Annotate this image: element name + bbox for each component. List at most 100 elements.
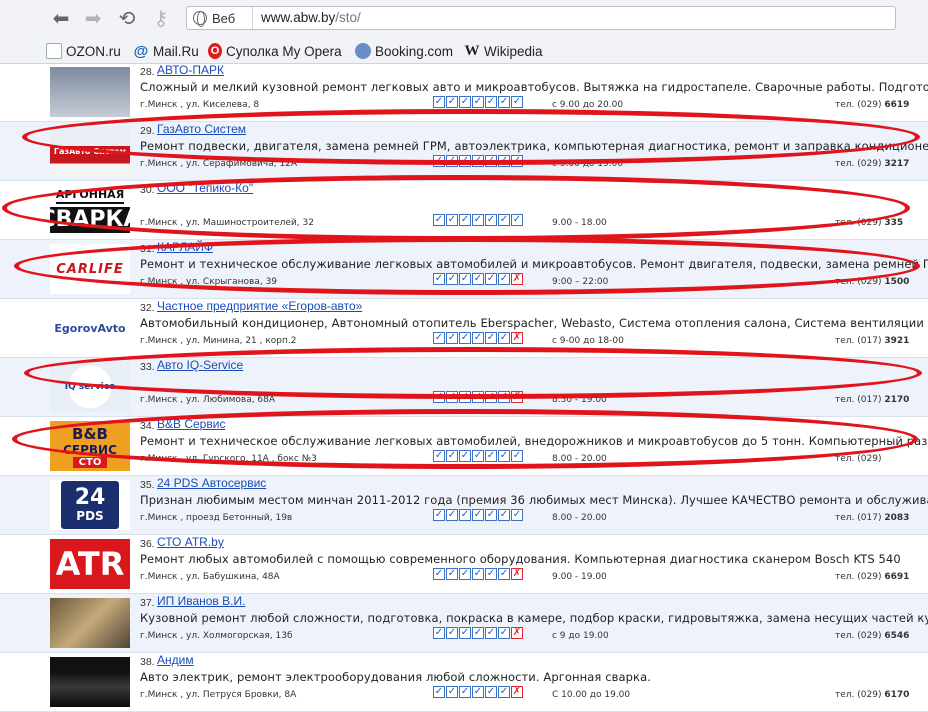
service-features: ✓ ✓ ✓ ✓ ✓ ✓ ✓ xyxy=(433,509,523,521)
entry-title-link[interactable]: ИП Иванов В.И. xyxy=(157,594,245,608)
service-logo[interactable] xyxy=(50,657,130,707)
checkmark-icon: ✓ xyxy=(511,96,523,108)
service-logo[interactable]: 24 PDS xyxy=(50,480,130,530)
url-text[interactable]: www.abw.by/sto/ xyxy=(261,10,361,25)
entry-description: Ремонт и техническое обслуживание легков… xyxy=(140,257,928,271)
checkmark-icon: ✓ xyxy=(446,568,458,580)
service-features: ✓ ✓ ✓ ✓ ✓ ✓ ✓ xyxy=(433,155,523,167)
entry-hours: 9.00 - 18.00 xyxy=(552,218,607,228)
checkmark-icon: ✓ xyxy=(472,568,484,580)
checkmark-icon: ✓ xyxy=(498,627,510,639)
service-features: ✓ ✓ ✓ ✓ ✓ ✓ ✓ xyxy=(433,214,523,226)
service-logo[interactable]: B&B СЕРВИС СТО xyxy=(50,421,130,471)
service-logo[interactable] xyxy=(50,598,130,648)
entry-number: 32. xyxy=(140,302,155,314)
checkmark-icon: ✓ xyxy=(472,332,484,344)
service-features: ✓ ✓ ✓ ✓ ✓ ✓ ✗ xyxy=(433,568,523,580)
service-logo[interactable]: CARLIFE xyxy=(50,244,130,294)
back-button[interactable]: ⬅ xyxy=(48,5,74,31)
entry-description: Сложный и мелкий кузовной ремонт легковы… xyxy=(140,80,928,94)
entry-title-link[interactable]: ГазАвто Систем xyxy=(157,122,246,136)
phone-prefix: тел. (017) xyxy=(835,336,882,346)
service-entry: ГазАвто Систем 29. ГазАвто Систем Ремонт по… xyxy=(0,122,928,181)
entry-description: Автомобильный кондиционер, Автономный от… xyxy=(140,316,928,330)
bookmark-my-opera[interactable]: O Суполка My Opera xyxy=(208,41,342,61)
checkmark-icon: ✓ xyxy=(498,686,510,698)
checkmark-icon: ✓ xyxy=(446,155,458,167)
entry-title-link[interactable]: Андим xyxy=(157,653,194,667)
phone-prefix: тел. (029) xyxy=(835,454,882,464)
url-domain: www.abw.by xyxy=(261,10,336,25)
entry-title-link[interactable]: 24 PDS Автосервис xyxy=(157,476,266,490)
entry-description: Авто электрик, ремонт электрооборудовани… xyxy=(140,670,651,684)
forward-button[interactable]: ➡ xyxy=(80,5,106,31)
checkmark-icon: ✓ xyxy=(485,627,497,639)
checkmark-icon: ✓ xyxy=(459,391,471,403)
entry-hours: с 9.00 до 20.00 xyxy=(552,100,624,110)
bookmark-wikipedia[interactable]: W Wikipedia xyxy=(464,41,543,61)
checkmark-icon: ✓ xyxy=(485,155,497,167)
checkmark-icon: ✓ xyxy=(498,155,510,167)
entry-title-link[interactable]: СТО ATR.by xyxy=(157,535,224,549)
phone-prefix: тел. (029) xyxy=(835,277,882,287)
checkmark-icon: ✓ xyxy=(498,332,510,344)
reload-icon: ⟲ xyxy=(118,6,136,30)
cross-icon: ✗ xyxy=(511,391,523,403)
entry-title-link[interactable]: КАРЛАЙФ xyxy=(157,240,213,254)
service-logo[interactable]: ATR xyxy=(50,539,130,589)
service-logo[interactable]: EgorovAvto xyxy=(50,303,130,353)
service-logo[interactable]: АРГОННАЯСВАРКА xyxy=(50,185,130,235)
bookmark-label: OZON.ru xyxy=(66,43,121,59)
entry-title-link[interactable]: ООО "Тепико-Ко" xyxy=(157,181,253,195)
service-list-viewport[interactable]: 28. АВТО-ПАРК Сложный и мелкий кузовной ре… xyxy=(0,65,928,712)
service-list: 28. АВТО-ПАРК Сложный и мелкий кузовной ре… xyxy=(0,65,928,712)
service-entry: ATR 36. СТО ATR.by Ремонт любых автомобилей… xyxy=(0,535,928,594)
checkmark-icon: ✓ xyxy=(485,332,497,344)
checkmark-icon: ✓ xyxy=(511,450,523,462)
service-logo[interactable]: ГазАвто Систем xyxy=(50,126,130,176)
checkmark-icon: ✓ xyxy=(433,273,445,285)
bookmark-mailru[interactable]: @ Mail.Ru xyxy=(133,41,199,61)
checkmark-icon: ✓ xyxy=(459,686,471,698)
phone-prefix: тел. (029) xyxy=(835,100,882,110)
phone-prefix: тел. (029) xyxy=(835,690,882,700)
entry-title-link[interactable]: Частное предприятие «Егоров-авто» xyxy=(157,299,362,313)
checkmark-icon: ✓ xyxy=(511,509,523,521)
phone-number: 3217 xyxy=(884,159,910,169)
service-features: ✓ ✓ ✓ ✓ ✓ ✓ ✗ xyxy=(433,332,523,344)
web-security-chip[interactable]: Веб xyxy=(187,7,253,29)
bookmark-label: Booking.com xyxy=(375,43,454,59)
key-button[interactable]: ⚷ xyxy=(148,5,174,31)
phone-number: 335 xyxy=(884,218,904,228)
service-entry: 28. АВТО-ПАРК Сложный и мелкий кузовной ре… xyxy=(0,65,928,122)
phone-number: 3921 xyxy=(884,336,910,346)
entry-description: Ремонт и техническое обслуживание легков… xyxy=(140,434,928,448)
bookmark-booking[interactable]: Booking.com xyxy=(355,41,453,61)
checkmark-icon: ✓ xyxy=(433,627,445,639)
checkmark-icon: ✓ xyxy=(498,273,510,285)
entry-title-link[interactable]: Авто IQ-Service xyxy=(157,358,243,372)
entry-title-link[interactable]: B&B Сервис xyxy=(157,417,225,431)
checkmark-icon: ✓ xyxy=(485,686,497,698)
checkmark-icon: ✓ xyxy=(433,214,445,226)
checkmark-icon: ✓ xyxy=(511,155,523,167)
entry-description: Ремонт подвески, двигателя, замена ремне… xyxy=(140,139,928,153)
bookmark-ozon[interactable]: OZON.ru xyxy=(46,41,121,61)
entry-number: 38. xyxy=(140,656,155,668)
checkmark-icon: ✓ xyxy=(498,568,510,580)
reload-button[interactable]: ⟲ xyxy=(114,5,140,31)
entry-address: г.Минск , ул. Бабушкина, 48А xyxy=(140,572,280,582)
entry-hours: С 10.00 до 19.00 xyxy=(552,690,631,700)
entry-phone: тел. (029) 1500 xyxy=(835,277,909,287)
service-entry: 24 PDS 35. 24 PDS Автосервис Признан любимым… xyxy=(0,476,928,535)
service-logo[interactable] xyxy=(50,67,130,117)
service-logo[interactable]: IQ service xyxy=(50,362,130,412)
address-bar[interactable]: Веб www.abw.by/sto/ xyxy=(186,6,896,30)
address-chip-label: Веб xyxy=(212,10,236,26)
service-features: ✓ ✓ ✓ ✓ ✓ ✓ ✗ xyxy=(433,273,523,285)
entry-address: г.Минск , ул. Машиностроителей, 32 xyxy=(140,218,314,228)
cross-icon: ✗ xyxy=(511,332,523,344)
service-entry: EgorovAvto 32. Частное предприятие «Егоров… xyxy=(0,299,928,358)
checkmark-icon: ✓ xyxy=(472,155,484,167)
entry-title-link[interactable]: АВТО-ПАРК xyxy=(157,65,224,77)
